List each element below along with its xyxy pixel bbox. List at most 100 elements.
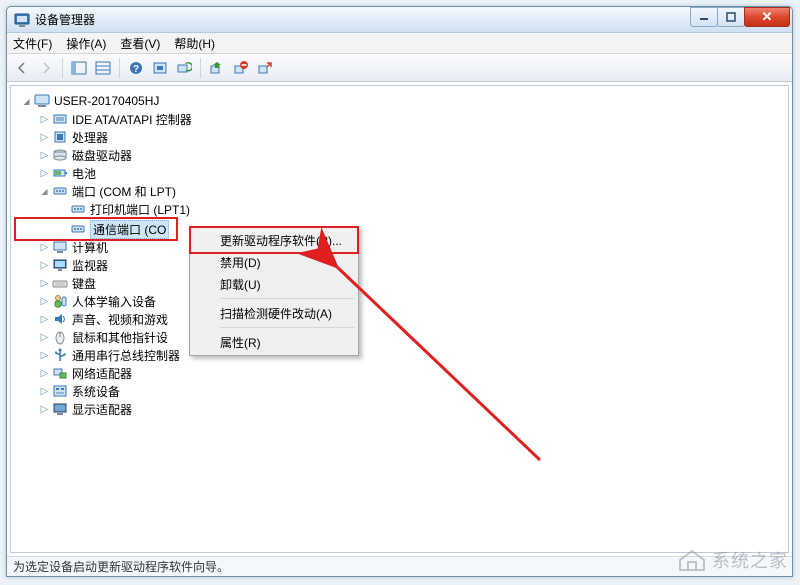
tree-category[interactable]: 端口 (COM 和 LPT) bbox=[17, 182, 788, 200]
expand-toggle[interactable] bbox=[39, 404, 50, 415]
tree-category-label: 端口 (COM 和 LPT) bbox=[72, 183, 176, 200]
expand-toggle[interactable] bbox=[39, 368, 50, 379]
network-icon bbox=[52, 365, 68, 381]
close-button[interactable]: ✕ bbox=[744, 7, 790, 27]
titlebar: 设备管理器 ✕ bbox=[7, 7, 792, 33]
tree-category[interactable]: IDE ATA/ATAPI 控制器 bbox=[17, 110, 788, 128]
tree-category-label: 键盘 bbox=[72, 275, 96, 292]
expand-toggle[interactable] bbox=[39, 242, 50, 253]
expand-toggle[interactable] bbox=[39, 186, 50, 197]
forward-button[interactable] bbox=[35, 57, 57, 79]
watermark: 系统之家 bbox=[678, 547, 788, 573]
tree-category-label: 计算机 bbox=[72, 239, 108, 256]
statusbar: 为选定设备启动更新驱动程序软件向导。 bbox=[7, 556, 792, 576]
expand-toggle[interactable] bbox=[39, 314, 50, 325]
disable-button[interactable] bbox=[254, 57, 276, 79]
device-tree[interactable]: USER-20170405HJ IDE ATA/ATAPI 控制器处理器磁盘驱动… bbox=[11, 86, 788, 552]
menu-file[interactable]: 文件(F) bbox=[13, 35, 52, 52]
expand-toggle[interactable] bbox=[39, 260, 50, 271]
disk-icon bbox=[52, 147, 68, 163]
tree-category[interactable]: 网络适配器 bbox=[17, 364, 788, 382]
expand-toggle[interactable] bbox=[21, 96, 32, 107]
tree-category[interactable]: 人体学输入设备 bbox=[17, 292, 788, 310]
expand-toggle[interactable] bbox=[39, 278, 50, 289]
tree-category-label: 电池 bbox=[72, 165, 96, 182]
computer-icon bbox=[34, 93, 50, 109]
view-panel-button[interactable] bbox=[68, 57, 90, 79]
expand-toggle[interactable] bbox=[39, 114, 50, 125]
tree-category-label: 监视器 bbox=[72, 257, 108, 274]
monitor-icon bbox=[52, 257, 68, 273]
computer-icon bbox=[52, 239, 68, 255]
expand-spacer bbox=[57, 204, 68, 215]
display-icon bbox=[52, 401, 68, 417]
tree-category[interactable]: 磁盘驱动器 bbox=[17, 146, 788, 164]
tree-category[interactable]: 电池 bbox=[17, 164, 788, 182]
ide-icon bbox=[52, 111, 68, 127]
tree-category-label: 网络适配器 bbox=[72, 365, 132, 382]
tree-category[interactable]: 计算机 bbox=[17, 238, 788, 256]
usb-icon bbox=[52, 347, 68, 363]
tree-root[interactable]: USER-20170405HJ bbox=[17, 92, 788, 110]
view-detail-button[interactable] bbox=[92, 57, 114, 79]
expand-toggle[interactable] bbox=[39, 132, 50, 143]
tree-category-label: 磁盘驱动器 bbox=[72, 147, 132, 164]
hid-icon bbox=[52, 293, 68, 309]
tree-category-label: 处理器 bbox=[72, 129, 108, 146]
show-hidden-button[interactable] bbox=[149, 57, 171, 79]
keyboard-icon bbox=[52, 275, 68, 291]
expand-toggle[interactable] bbox=[39, 168, 50, 179]
toolbar: ? bbox=[7, 54, 792, 82]
context-disable[interactable]: 禁用(D) bbox=[192, 251, 356, 273]
tree-category[interactable]: 声音、视频和游戏 bbox=[17, 310, 788, 328]
update-driver-button[interactable] bbox=[206, 57, 228, 79]
expand-toggle[interactable] bbox=[39, 296, 50, 307]
sound-icon bbox=[52, 311, 68, 327]
battery-icon bbox=[52, 165, 68, 181]
tree-category-label: 声音、视频和游戏 bbox=[72, 311, 168, 328]
tree-category[interactable]: 显示适配器 bbox=[17, 400, 788, 418]
context-uninstall[interactable]: 卸载(U) bbox=[192, 273, 356, 295]
menu-help[interactable]: 帮助(H) bbox=[174, 35, 215, 52]
tree-category[interactable]: 键盘 bbox=[17, 274, 788, 292]
mouse-icon bbox=[52, 329, 68, 345]
menu-view[interactable]: 查看(V) bbox=[120, 35, 160, 52]
maximize-button[interactable] bbox=[717, 7, 745, 27]
window-controls: ✕ bbox=[691, 7, 790, 27]
expand-toggle[interactable] bbox=[39, 350, 50, 361]
port-icon bbox=[52, 183, 68, 199]
help-button[interactable]: ? bbox=[125, 57, 147, 79]
expand-spacer bbox=[57, 224, 68, 235]
tree-category[interactable]: 处理器 bbox=[17, 128, 788, 146]
context-update-driver[interactable]: 更新驱动程序软件(P)... bbox=[192, 229, 356, 251]
tree-category[interactable]: 系统设备 bbox=[17, 382, 788, 400]
menu-action[interactable]: 操作(A) bbox=[66, 35, 106, 52]
tree-category-label: 系统设备 bbox=[72, 383, 120, 400]
tree-item[interactable]: 通信端口 (CO bbox=[17, 220, 175, 238]
expand-toggle[interactable] bbox=[39, 150, 50, 161]
tree-category[interactable]: 监视器 bbox=[17, 256, 788, 274]
context-menu: 更新驱动程序软件(P)... 禁用(D) 卸载(U) 扫描检测硬件改动(A) 属… bbox=[189, 226, 359, 356]
tree-category-label: 鼠标和其他指针设 bbox=[72, 329, 168, 346]
tree-category-label: IDE ATA/ATAPI 控制器 bbox=[72, 111, 192, 128]
scan-hardware-button[interactable] bbox=[173, 57, 195, 79]
port-item-icon bbox=[70, 221, 86, 237]
back-button[interactable] bbox=[11, 57, 33, 79]
tree-item[interactable]: 打印机端口 (LPT1) bbox=[17, 200, 788, 218]
expand-toggle[interactable] bbox=[39, 386, 50, 397]
menubar: 文件(F) 操作(A) 查看(V) 帮助(H) bbox=[7, 33, 792, 54]
expand-toggle[interactable] bbox=[39, 332, 50, 343]
content-area: USER-20170405HJ IDE ATA/ATAPI 控制器处理器磁盘驱动… bbox=[10, 85, 789, 553]
context-properties[interactable]: 属性(R) bbox=[192, 331, 356, 353]
uninstall-button[interactable] bbox=[230, 57, 252, 79]
port-item-icon bbox=[70, 201, 86, 217]
system-icon bbox=[52, 383, 68, 399]
context-scan[interactable]: 扫描检测硬件改动(A) bbox=[192, 302, 356, 324]
minimize-button[interactable] bbox=[690, 7, 718, 27]
window-title: 设备管理器 bbox=[35, 11, 691, 28]
svg-text:?: ? bbox=[133, 64, 139, 75]
tree-item-label: 通信端口 (CO bbox=[90, 220, 169, 239]
tree-category[interactable]: 通用串行总线控制器 bbox=[17, 346, 788, 364]
app-icon bbox=[14, 12, 30, 28]
tree-category[interactable]: 鼠标和其他指针设 bbox=[17, 328, 788, 346]
